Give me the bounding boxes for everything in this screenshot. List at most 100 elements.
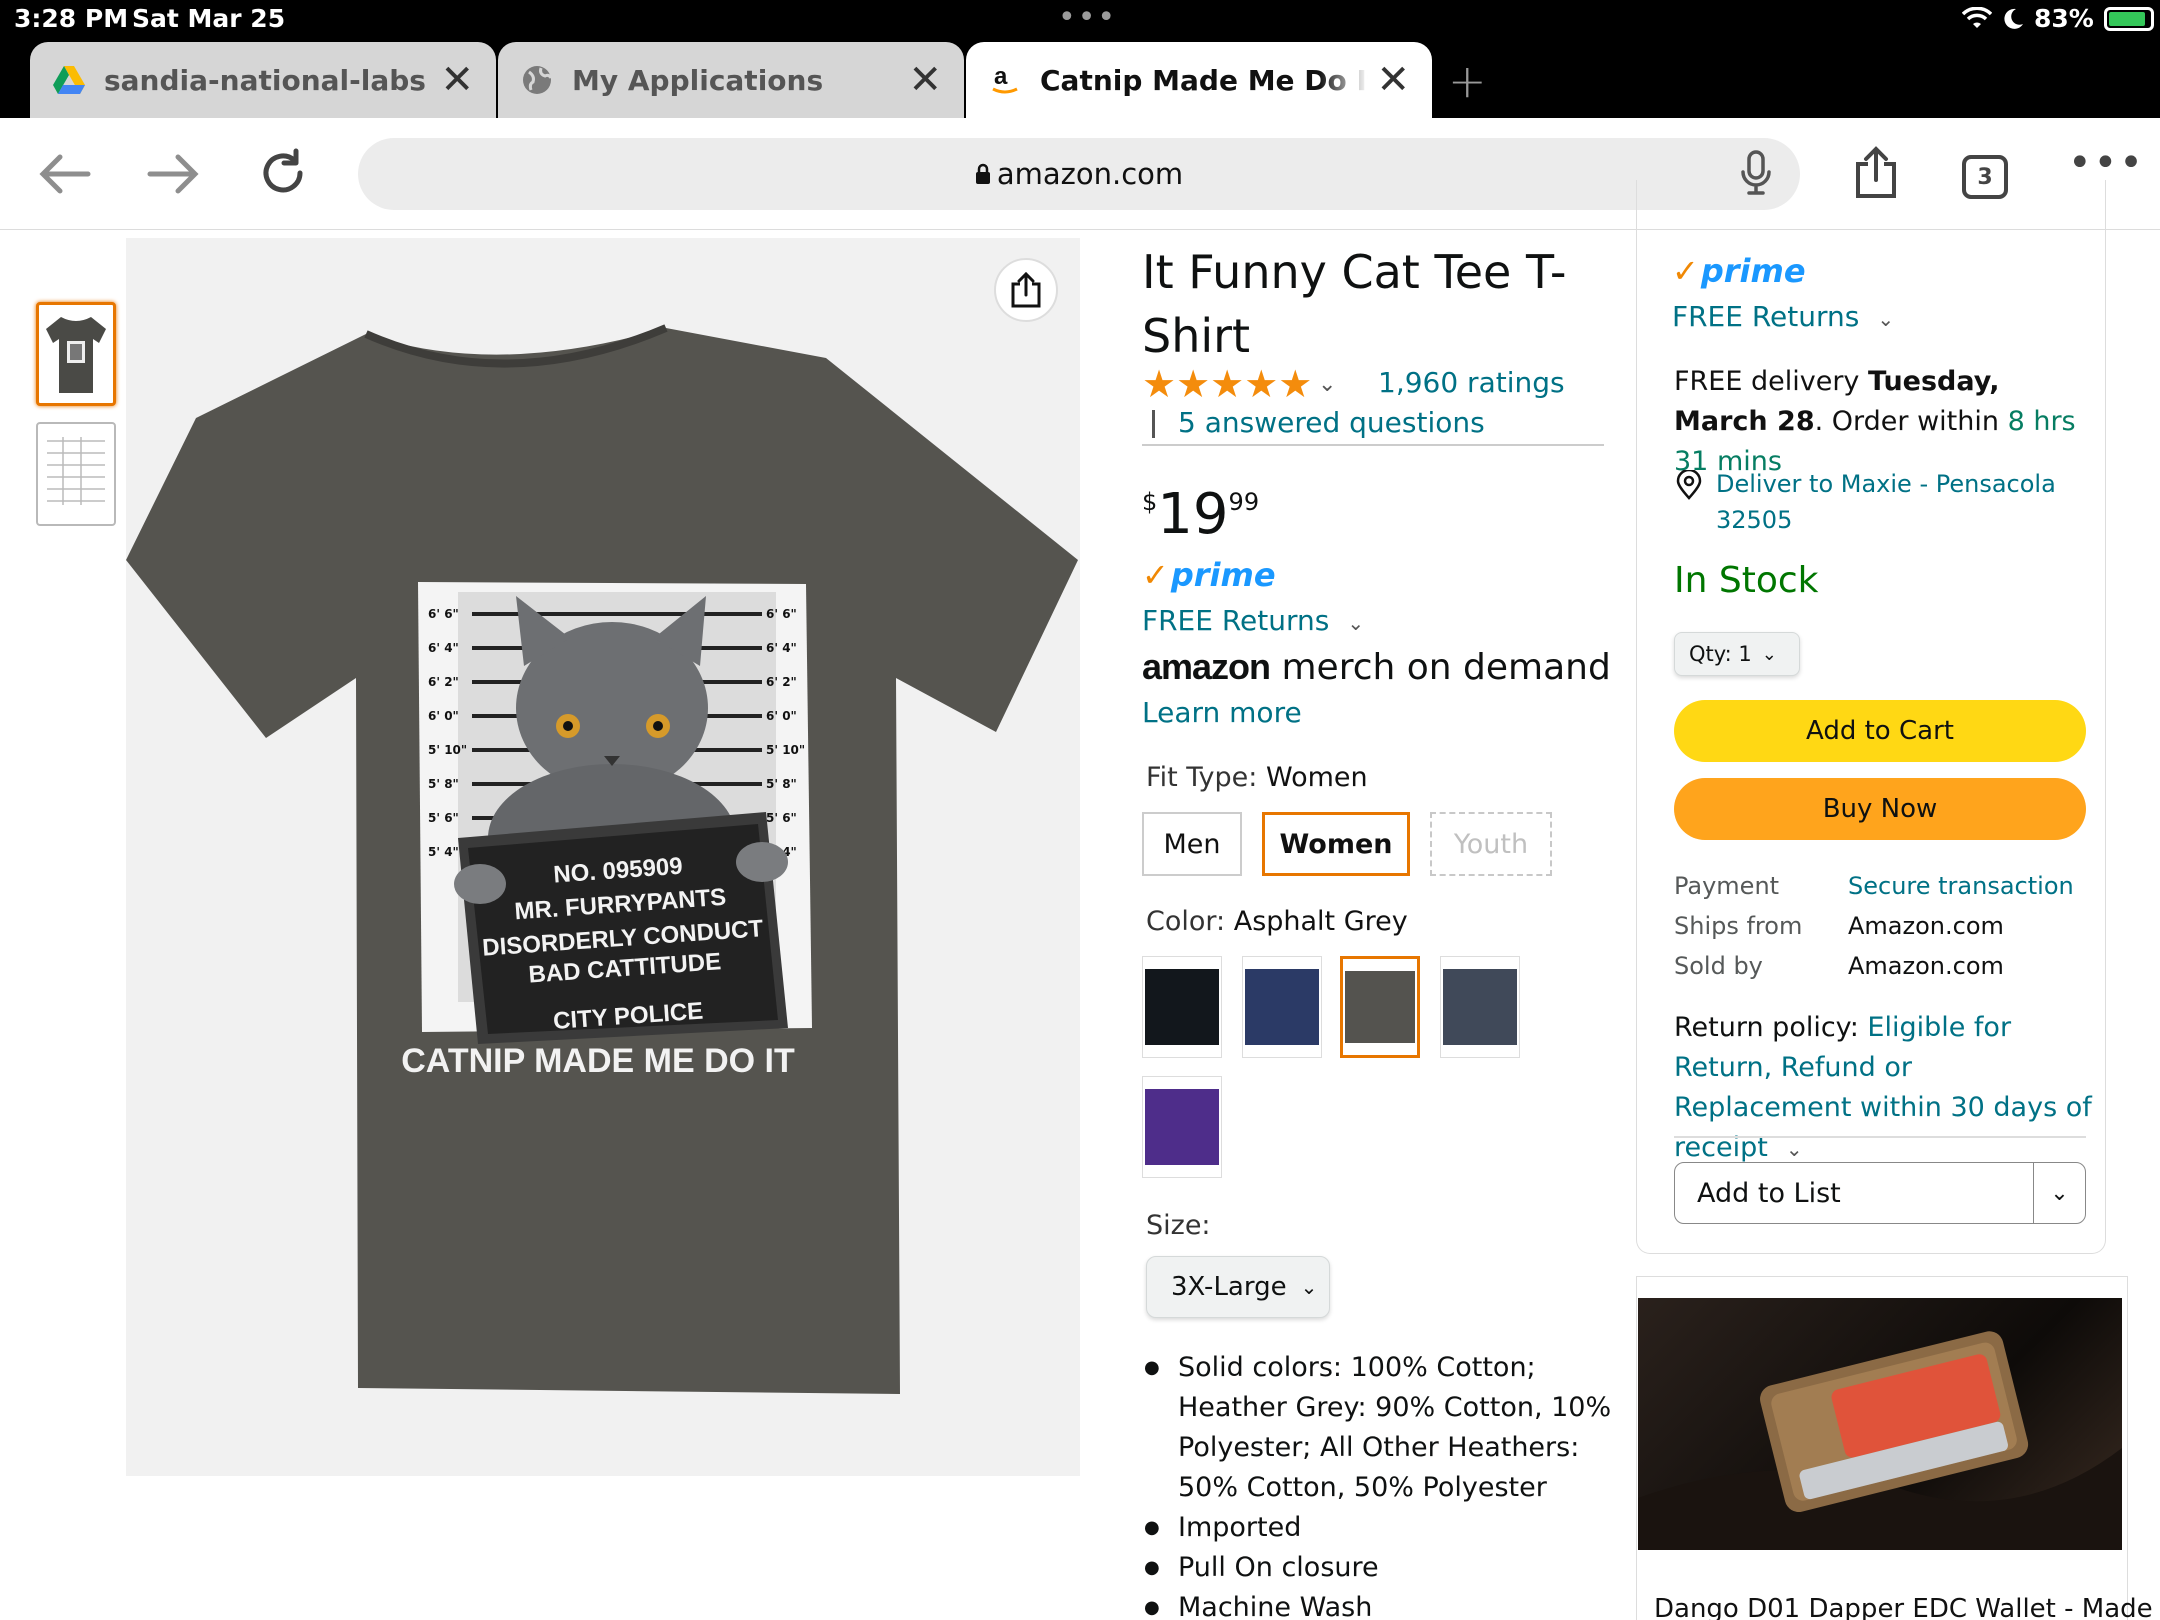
chevron-down-icon: ⌄ [1300,1275,1318,1299]
merch-on-demand-logo: amazon merch on demand [1142,646,1611,688]
list-item: Machine Wash [1142,1588,1612,1620]
status-date: Sat Mar 25 [132,4,286,33]
size-dropdown[interactable]: 3X-Large ⌄ [1146,1256,1330,1318]
battery-percent: 83% [2034,4,2094,33]
height-label: 5' 4" [428,845,459,859]
address-url: amazon.com [996,157,1184,191]
height-label: 5' 8" [428,777,459,791]
tab-title: My Applications [572,63,824,97]
price: $1999 [1142,482,1260,547]
chevron-down-icon: ⌄ [1347,611,1365,635]
color-swatch-slate[interactable] [1440,956,1520,1058]
height-label: 5' 6" [428,811,459,825]
amazon-favicon-icon: a [988,63,1022,97]
prime-badge: ✓prime [1672,252,1806,290]
buy-now-button[interactable]: Buy Now [1674,778,2086,840]
height-label: 5' 10" [428,743,467,757]
product-image[interactable]: 6' 6" 6' 6" 6' 4" 6' 4" 6' 2" 6' 2" 6' 0" 6' 0"… [126,238,1080,1476]
thumbnail-size-chart[interactable] [36,422,116,526]
height-label: 6' 6" [766,607,797,621]
tab-my-applications[interactable]: My Applications ✕ [498,42,964,118]
fit-option-youth[interactable]: Youth [1430,812,1552,876]
height-label: 6' 2" [766,675,797,689]
secure-transaction-link[interactable]: Secure transaction [1848,872,2074,900]
payment-row: Payment Secure transaction [1674,872,2074,900]
list-item: Pull On closure [1142,1548,1612,1588]
svg-text:a: a [994,64,1008,90]
return-policy: Return policy: Eligible for Return, Refu… [1674,1012,2092,1163]
free-returns-link[interactable]: FREE Returns ⌄ [1672,300,1894,333]
fit-option-men[interactable]: Men [1142,812,1242,876]
new-tab-button[interactable]: + [1448,54,1487,108]
battery-icon [2103,6,2154,31]
sold-by-row: Sold by Amazon.com [1674,952,2004,980]
reload-icon[interactable] [256,146,310,200]
height-label: 6' 0" [428,709,459,723]
back-arrow-icon[interactable] [38,152,92,196]
shirt-slogan: CATNIP MADE ME DO IT [401,1042,795,1080]
deliver-to-link[interactable]: Deliver to Maxie - Pensacola 32505 [1676,466,2076,538]
tab-title: Catnip Made Me Do It Fu [1040,63,1368,97]
height-label: 6' 4" [428,641,459,655]
chevron-down-icon: ⌄ [1761,643,1777,665]
address-bar[interactable]: amazon.com [358,138,1800,210]
ratings-link[interactable]: 1,960 ratings [1378,366,1565,399]
thumbnail-shirt[interactable] [36,302,116,406]
ad-title[interactable]: Dango D01 Dapper EDC Wallet - Made [1654,1594,2153,1620]
list-item: Solid colors: 100% Cotton; Heather Grey:… [1142,1348,1612,1508]
answered-questions-link[interactable]: 5 answered questions [1178,406,1485,439]
color-swatch-asphalt-grey[interactable] [1340,956,1420,1058]
size-label: Size: [1146,1210,1211,1241]
close-icon[interactable]: ✕ [440,57,474,103]
moon-icon [2004,8,2023,29]
list-item: Imported [1142,1508,1612,1548]
forward-arrow-icon[interactable] [146,152,200,196]
height-label: 5' 8" [766,777,797,791]
add-to-cart-button[interactable]: Add to Cart [1674,700,2086,762]
chevron-down-icon[interactable]: ⌄ [2033,1163,2085,1223]
status-right: 83% [1962,4,2154,33]
stock-status: In Stock [1674,560,1819,601]
divider [1674,1136,2086,1138]
chevron-down-icon: ⌄ [1785,1137,1803,1161]
color-swatch-purple[interactable] [1142,1076,1222,1178]
tab-sandia[interactable]: sandia-national-labs - G ✕ [30,42,496,118]
color-label: Color: Asphalt Grey [1146,906,1408,937]
check-icon: ✓ [1672,252,1699,290]
add-to-list-button[interactable]: Add to List ⌄ [1674,1162,2086,1224]
height-label: 6' 2" [428,675,459,689]
ships-from-row: Ships from Amazon.com [1674,912,2004,940]
prime-badge: ✓prime [1142,556,1276,594]
free-returns-link[interactable]: FREE Returns ⌄ [1142,604,1364,637]
check-icon: ✓ [1142,556,1169,594]
google-drive-icon [52,63,86,97]
divider [1152,410,1155,438]
location-pin-icon [1676,470,1702,500]
tab-catnip-shirt[interactable]: a Catnip Made Me Do It Fu ✕ [966,42,1432,118]
color-swatch-black[interactable] [1142,956,1222,1058]
chevron-down-icon: ⌄ [1877,307,1895,331]
star-rating-icon[interactable]: ★★★★★ [1142,362,1312,406]
height-label: 6' 6" [428,607,459,621]
ad-image[interactable] [1638,1298,2122,1550]
fit-option-women[interactable]: Women [1262,812,1410,876]
height-label: 6' 4" [766,641,797,655]
product-title: It Funny Cat Tee T-Shirt [1142,245,1567,363]
close-icon[interactable]: ✕ [908,57,942,103]
image-share-button[interactable] [994,258,1058,322]
multitasking-dots[interactable]: ••• [1058,0,1117,35]
learn-more-link[interactable]: Learn more [1142,696,1302,729]
color-swatch-navy[interactable] [1242,956,1322,1058]
quantity-dropdown[interactable]: Qty: 1 ⌄ [1674,632,1800,676]
feature-bullets: Solid colors: 100% Cotton; Heather Grey:… [1142,1348,1612,1620]
chevron-down-icon[interactable]: ⌄ [1318,372,1336,397]
status-time: 3:28 PM [14,4,129,33]
tab-title: sandia-national-labs - G [104,63,432,97]
height-label: 6' 0" [766,709,797,723]
wifi-icon [1962,6,1992,28]
close-icon[interactable]: ✕ [1376,57,1410,103]
height-label: 5' 10" [766,743,805,757]
globe-icon [520,63,554,97]
delivery-info: FREE delivery Tuesday, March 28. Order w… [1674,366,2076,477]
height-label: 5' 6" [766,811,797,825]
